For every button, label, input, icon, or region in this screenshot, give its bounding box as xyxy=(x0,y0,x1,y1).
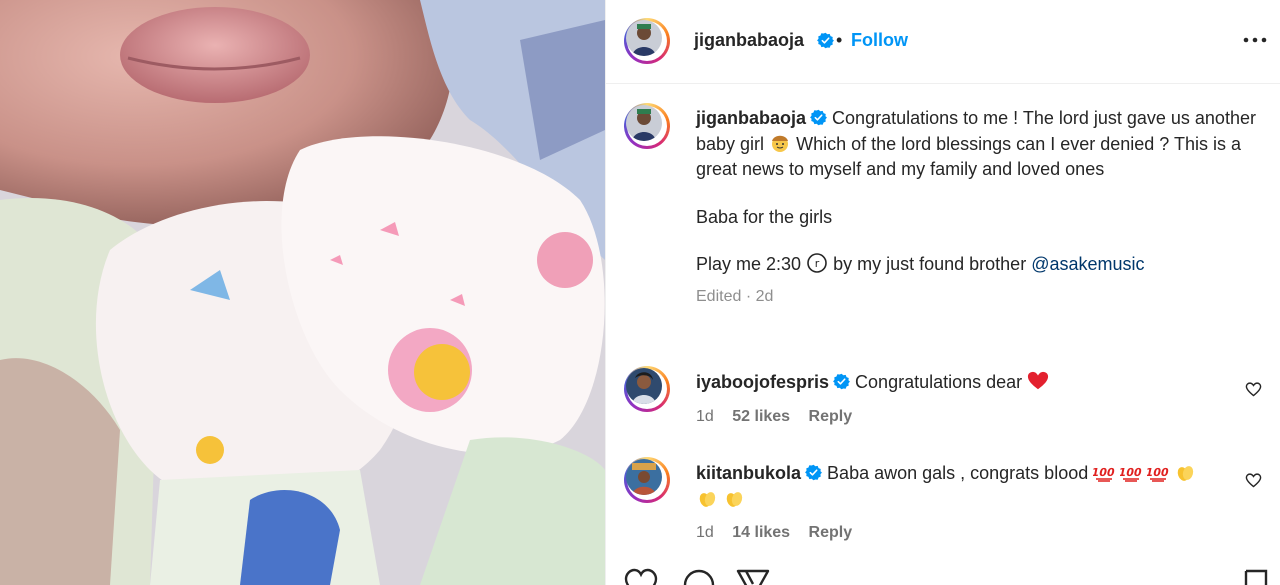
baby-photo-image xyxy=(0,0,605,585)
save-bookmark-icon[interactable] xyxy=(1242,568,1270,585)
baby-girl-emoji-icon xyxy=(772,135,789,152)
caption-meta: Edited · 2d xyxy=(696,284,1256,310)
post-header: jiganbabaoja • Follow xyxy=(606,0,1280,84)
header-separator: • xyxy=(836,30,843,50)
caption-paragraph-3: Play me 2:30 r by my just found brother … xyxy=(696,252,1256,278)
like-post-heart-icon[interactable] xyxy=(624,568,658,585)
comment-avatar[interactable] xyxy=(624,457,670,503)
comment-meta: 1d 14 likes Reply xyxy=(696,524,866,542)
svg-text:100: 100 xyxy=(1093,466,1115,479)
like-comment-heart-icon[interactable] xyxy=(1245,472,1262,489)
share-send-icon[interactable] xyxy=(736,568,770,585)
post-age[interactable]: 2d xyxy=(756,288,774,305)
comment-item: iyaboojofespris Congratulations dear xyxy=(696,370,1216,396)
clapping-hands-emoji-icon xyxy=(1178,466,1194,481)
post-caption: jiganbabaoja Congratulations to me ! The… xyxy=(696,106,1256,309)
caption-play-text: Play me 2:30 xyxy=(696,254,802,274)
edited-separator: · xyxy=(745,287,752,305)
more-options-icon[interactable] xyxy=(1241,28,1269,52)
comment-text: Congratulations dear xyxy=(855,372,1023,392)
comment-username[interactable]: kiitanbukola xyxy=(696,463,801,483)
hundred-points-emoji-icon: 100 xyxy=(1147,466,1169,482)
caption-username[interactable]: jiganbabaoja xyxy=(696,108,806,128)
verified-badge-icon xyxy=(817,32,834,49)
caption-author-avatar[interactable] xyxy=(624,103,670,149)
comment-bubble-icon[interactable] xyxy=(682,568,716,585)
comment-username[interactable]: iyaboojofespris xyxy=(696,372,829,392)
hundred-points-emoji-icon: 100 xyxy=(1120,466,1142,482)
post-detail-panel: jiganbabaoja • Follow jiganbabaoja Congr… xyxy=(605,0,1280,585)
comment-age[interactable]: 1d xyxy=(696,408,714,425)
comment-text: Baba awon gals , congrats blood xyxy=(827,463,1089,483)
like-comment-heart-icon[interactable] xyxy=(1245,381,1262,398)
registered-sign-icon: r xyxy=(807,253,827,273)
comment-reply-button[interactable]: Reply xyxy=(809,408,853,425)
verified-badge-icon xyxy=(810,109,827,126)
comment-meta: 1d 52 likes Reply xyxy=(696,408,866,426)
follow-button[interactable]: Follow xyxy=(851,30,908,51)
hundred-points-emoji-icon: 100 xyxy=(1093,466,1115,482)
edited-label: Edited xyxy=(696,287,742,305)
verified-badge-icon xyxy=(805,464,822,481)
svg-text:r: r xyxy=(815,257,820,270)
red-heart-emoji-icon xyxy=(1028,371,1049,390)
verified-badge-icon xyxy=(833,373,850,390)
caption-paragraph-1: jiganbabaoja Congratulations to me ! The… xyxy=(696,106,1256,183)
author-avatar[interactable] xyxy=(624,18,670,64)
comment-reply-button[interactable]: Reply xyxy=(809,524,853,541)
caption-mention-link[interactable]: @asakemusic xyxy=(1031,254,1144,274)
comment-likes[interactable]: 14 likes xyxy=(732,524,790,541)
svg-text:100: 100 xyxy=(1120,466,1142,479)
comment-item: kiitanbukola Baba awon gals , congrats b… xyxy=(696,461,1216,512)
clapping-hands-emoji-icon xyxy=(699,491,716,507)
comment-likes[interactable]: 52 likes xyxy=(732,408,790,425)
comment-age[interactable]: 1d xyxy=(696,524,714,541)
svg-text:100: 100 xyxy=(1147,466,1169,479)
caption-paragraph-2: Baba for the girls xyxy=(696,206,833,227)
comment-avatar[interactable] xyxy=(624,366,670,412)
caption-by-text: by my just found brother xyxy=(833,254,1027,274)
clapping-hands-emoji-icon xyxy=(726,491,743,507)
post-photo[interactable] xyxy=(0,0,605,585)
author-username[interactable]: jiganbabaoja xyxy=(694,30,804,51)
